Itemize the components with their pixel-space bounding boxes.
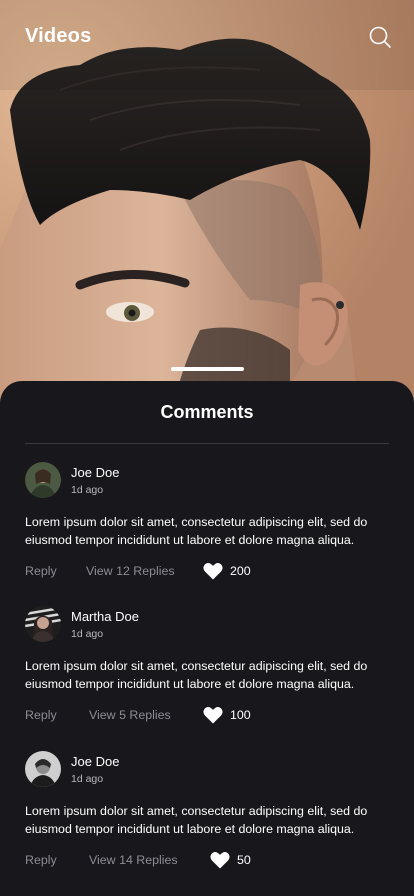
comment-time: 1d ago [71,773,104,785]
page-title: Videos [25,25,92,47]
comment-item: Martha Doe 1d ago Lorem ipsum dolor sit … [25,606,389,736]
comment-item: Joe Doe 1d ago Lorem ipsum dolor sit ame… [25,462,389,592]
comment-text: Lorem ipsum dolor sit amet, consectetur … [25,804,368,836]
comment-actions: Reply View 12 Replies 200 [25,561,389,581]
like-count: 200 [230,564,251,578]
heart-icon[interactable] [203,562,223,580]
heart-icon[interactable] [210,851,230,869]
comment-time: 1d ago [71,484,104,496]
comment-actions: Reply View 14 Replies 50 [25,850,389,870]
divider [25,443,389,444]
avatar[interactable] [25,462,61,498]
comment-actions: Reply View 5 Replies 100 [25,705,389,725]
heart-icon[interactable] [203,706,223,724]
reply-button[interactable]: Reply [25,708,57,722]
comment-author[interactable]: Joe Doe [71,754,119,769]
comment-text: Lorem ipsum dolor sit amet, consectetur … [25,659,368,691]
like-count: 100 [230,708,251,722]
sheet-drag-handle[interactable] [171,367,244,371]
view-replies-button[interactable]: View 14 Replies [89,853,178,867]
reply-button[interactable]: Reply [25,853,57,867]
view-replies-button[interactable]: View 5 Replies [89,708,171,722]
reply-button[interactable]: Reply [25,564,57,578]
avatar[interactable] [25,751,61,787]
comments-title: Comments [160,402,254,422]
comment-author[interactable]: Joe Doe [71,465,119,480]
comment-item: Joe Doe 1d ago Lorem ipsum dolor sit ame… [25,751,389,881]
comment-author[interactable]: Martha Doe [71,609,139,624]
top-bar: Videos [0,0,414,76]
comment-time: 1d ago [71,628,104,640]
comment-text: Lorem ipsum dolor sit amet, consectetur … [25,515,368,547]
search-icon[interactable] [368,25,392,49]
view-replies-button[interactable]: View 12 Replies [86,564,175,578]
like-count: 50 [237,853,251,867]
avatar[interactable] [25,606,61,642]
